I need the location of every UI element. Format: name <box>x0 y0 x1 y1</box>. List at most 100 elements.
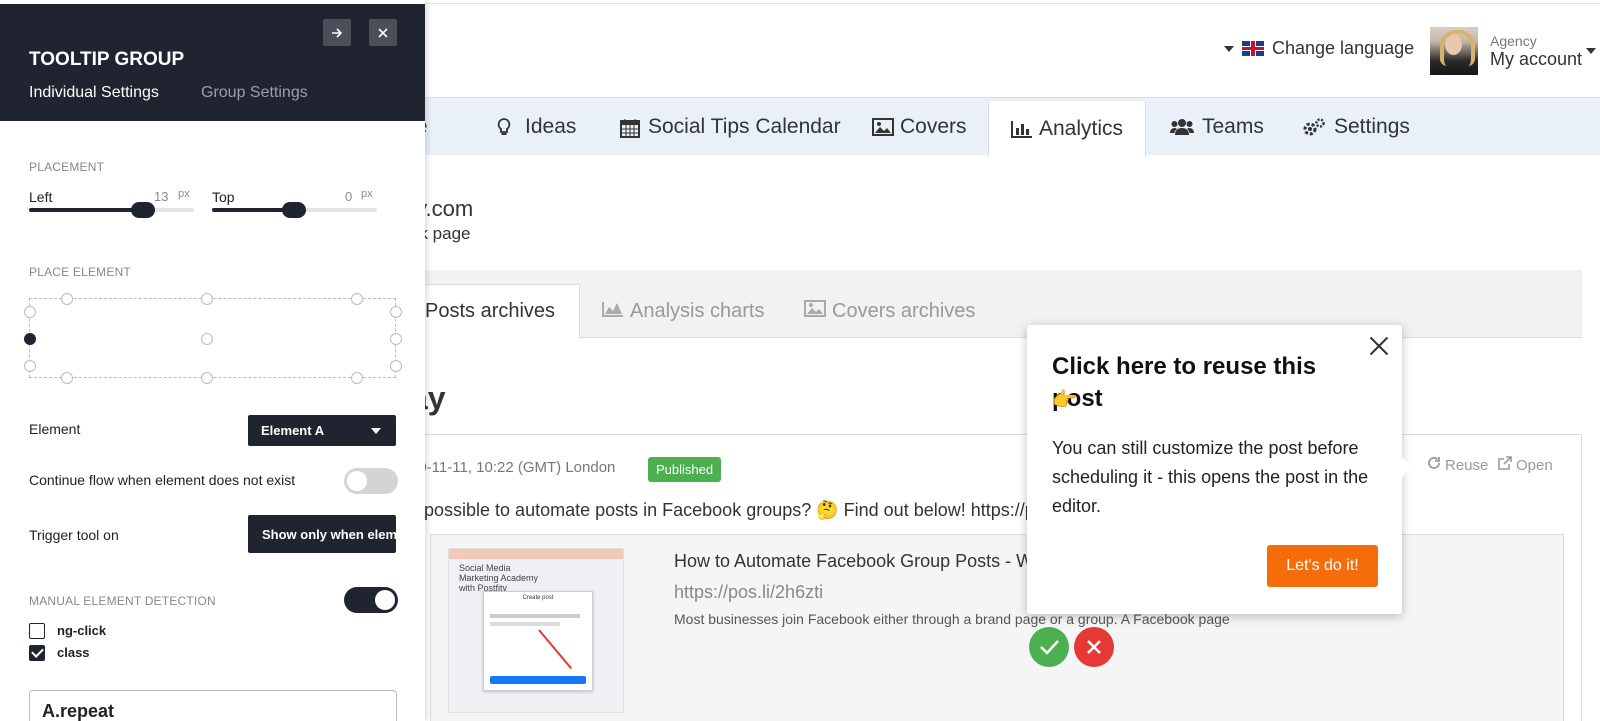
placement-dot[interactable] <box>61 293 73 305</box>
nav-item-label: Analytics <box>1039 117 1124 140</box>
post-text: it possible to automate posts in Faceboo… <box>410 500 1045 520</box>
nav-item-label: Ideas <box>525 115 577 138</box>
placement-dot[interactable] <box>390 360 402 372</box>
tooltip-body: You can still customize the post before … <box>1052 438 1369 516</box>
placement-dot-selected[interactable] <box>24 333 36 345</box>
placement-label: PLACEMENT <box>29 160 105 174</box>
tab-label: Analysis charts <box>630 300 765 322</box>
selector-input[interactable]: A.repeat <box>29 690 397 721</box>
placement-dot[interactable] <box>351 372 363 384</box>
unit-label: px <box>361 188 373 200</box>
class-checkbox[interactable] <box>29 645 45 661</box>
tab-label: Posts archives <box>425 300 556 322</box>
tab-label: Covers archives <box>832 300 976 322</box>
left-label: Left <box>29 189 53 205</box>
placement-dot[interactable] <box>24 360 36 372</box>
placement-dot[interactable] <box>201 372 213 384</box>
trigger-label: Trigger tool on <box>29 527 119 543</box>
placement-dot[interactable] <box>201 333 213 345</box>
caret-down-icon <box>1224 45 1234 52</box>
close-icon <box>1087 640 1101 654</box>
uk-flag-icon <box>1242 41 1264 56</box>
open-label: Open <box>1516 456 1553 474</box>
continue-flow-label: Continue flow when element does not exis… <box>29 472 296 488</box>
placement-dot[interactable] <box>390 333 402 345</box>
nav-item-label: Social Tips Calendar <box>648 115 841 138</box>
nav-item-settings[interactable]: Settings <box>1302 98 1410 156</box>
external-link-icon <box>1498 456 1512 474</box>
nav-item-label: Covers <box>900 115 967 138</box>
tab-individual-settings[interactable]: Individual Settings <box>29 84 159 102</box>
tab-posts-archives[interactable]: Posts archives <box>410 284 581 339</box>
placement-dot[interactable] <box>61 372 73 384</box>
lets-do-it-button[interactable]: Let's do it! <box>1267 545 1378 587</box>
top-label: Top <box>212 189 235 205</box>
toggle-knob <box>375 590 395 610</box>
reject-button[interactable] <box>1074 627 1114 667</box>
panel-title: TOOLTIP GROUP <box>29 49 185 70</box>
thumb-title: Social Media Marketing Academy with Post… <box>459 563 539 593</box>
tooltip-title: Click here to reuse this post <box>1052 353 1317 412</box>
element-select[interactable]: Element A <box>248 415 396 446</box>
nav-item-teams[interactable]: Teams <box>1170 98 1264 156</box>
nav-item-analytics[interactable]: Analytics <box>988 101 1147 157</box>
caret-down-icon <box>371 428 381 434</box>
manual-detection-label: MANUAL ELEMENT DETECTION <box>29 594 216 608</box>
arrow-right-icon[interactable] <box>323 19 351 46</box>
cogs-icon <box>1302 118 1326 136</box>
link-title[interactable]: How to Automate Facebook Group Posts - W… <box>674 551 1030 572</box>
account-role: Agency <box>1490 32 1537 49</box>
change-language-button[interactable]: Change language <box>1224 38 1414 59</box>
element-label: Element <box>29 421 81 437</box>
reuse-label: Reuse <box>1445 456 1489 474</box>
trigger-select[interactable]: Show only when element <box>248 515 396 553</box>
change-language-label: Change language <box>1272 38 1415 58</box>
link-thumbnail: Social Media Marketing Academy with Post… <box>448 548 624 713</box>
nav-item-calendar[interactable]: Social Tips Calendar <box>620 98 841 156</box>
tab-analysis-charts[interactable]: Analysis charts <box>602 284 765 339</box>
account-menu[interactable]: Agency My account <box>1430 27 1582 75</box>
placement-dot[interactable] <box>24 306 36 318</box>
nav-item-label: Settings <box>1334 115 1410 138</box>
check-icon <box>1040 640 1059 655</box>
thumb-window-title: Create post <box>522 595 554 601</box>
close-icon[interactable] <box>369 19 397 46</box>
calendar-icon <box>620 118 640 138</box>
reuse-button[interactable]: Reuse <box>1427 456 1488 474</box>
class-label: class <box>57 645 90 660</box>
nav-item-ideas[interactable]: Ideas <box>497 98 576 156</box>
left-slider-fill <box>29 208 143 212</box>
unit-label: px <box>178 188 190 200</box>
left-slider-handle[interactable] <box>131 202 155 218</box>
tooltip-popover: Click here to reuse this post 👉 You can … <box>1027 325 1412 614</box>
status-badge: Published <box>648 457 722 482</box>
left-value: 13 <box>154 189 169 204</box>
placement-dot[interactable] <box>351 293 363 305</box>
archive-tabs: Posts archives Analysis charts Covers ar… <box>410 270 1582 339</box>
post-meta: 20-11-11, 10:22 (GMT) London <box>410 459 616 476</box>
avatar <box>1430 27 1478 75</box>
manual-detection-toggle[interactable] <box>344 587 398 613</box>
ng-click-checkbox[interactable] <box>29 623 45 639</box>
account-caret-icon[interactable] <box>1586 48 1596 54</box>
ng-click-label: ng-click <box>57 623 107 638</box>
tab-covers-archives[interactable]: Covers archives <box>804 284 975 339</box>
top-value: 0 <box>345 189 353 204</box>
refresh-icon <box>1427 456 1441 474</box>
top-slider-handle[interactable] <box>282 202 306 218</box>
nav-item-label: Teams <box>1202 115 1264 138</box>
toggle-knob <box>347 471 367 491</box>
nav-item-covers[interactable]: Covers <box>872 98 967 156</box>
account-label: My account <box>1490 48 1583 69</box>
area-chart-icon <box>602 300 624 323</box>
accept-button[interactable] <box>1029 627 1069 667</box>
lightbulb-icon <box>497 118 517 136</box>
link-url[interactable]: https://pos.li/2h6zti <box>674 582 823 603</box>
open-button[interactable]: Open <box>1498 456 1553 474</box>
placement-dot[interactable] <box>201 293 213 305</box>
tab-group-settings[interactable]: Group Settings <box>201 84 308 102</box>
bar-chart-icon <box>1011 120 1032 138</box>
continue-flow-toggle[interactable] <box>344 468 398 494</box>
placement-dot[interactable] <box>390 306 402 318</box>
place-element-label: PLACE ELEMENT <box>29 265 131 279</box>
